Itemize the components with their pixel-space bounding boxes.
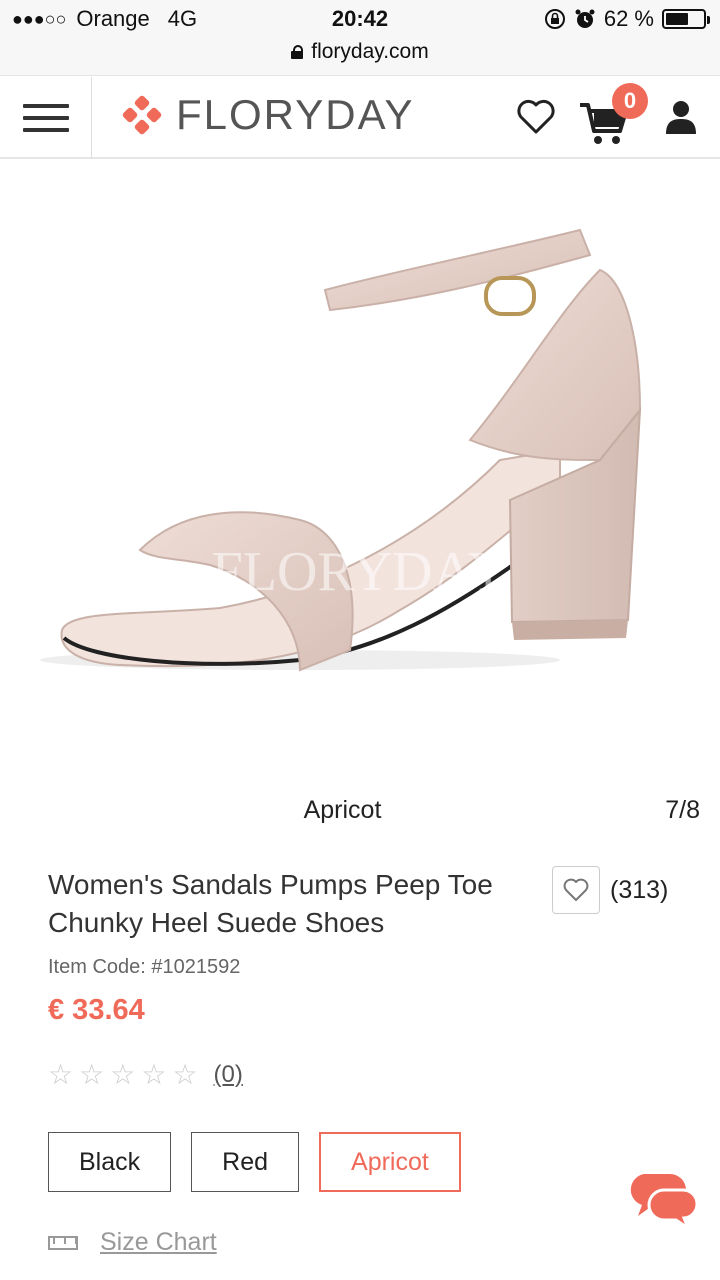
product-image-gallery[interactable]: FLORYDAY <box>0 160 720 770</box>
menu-button[interactable] <box>0 77 92 159</box>
star-empty-icon: ☆ <box>110 1059 136 1090</box>
cart-count-badge: 0 <box>612 83 648 119</box>
site-header: FLORYDAY 0 <box>0 77 720 159</box>
heart-icon <box>563 878 589 901</box>
account-icon[interactable] <box>664 99 698 135</box>
battery-percent: 62 % <box>603 6 654 31</box>
image-counter: 7/8 <box>665 796 700 824</box>
rotation-lock-icon <box>544 9 565 29</box>
product-price: € 33.64 <box>48 994 145 1026</box>
color-option-black[interactable]: Black <box>48 1132 172 1192</box>
size-chart-label: Size Chart <box>100 1228 217 1256</box>
color-options: Black Red Apricot <box>48 1132 461 1192</box>
image-color-caption: Apricot <box>303 796 382 824</box>
brand-logo[interactable]: FLORYDAY <box>122 91 415 139</box>
brand-name: FLORYDAY <box>176 91 415 138</box>
image-watermark: FLORYDAY <box>212 541 509 603</box>
star-empty-icon: ☆ <box>172 1059 198 1090</box>
url-text: floryday.com <box>311 40 429 63</box>
menu-icon-bar <box>22 104 69 108</box>
battery-icon <box>662 9 710 29</box>
ruler-icon <box>48 1235 78 1250</box>
menu-icon-bar <box>22 128 69 132</box>
product-photo: FLORYDAY <box>40 228 642 672</box>
product-title: Women's Sandals Pumps Peep Toe Chunky He… <box>48 869 493 938</box>
address-bar[interactable]: floryday.com <box>0 40 720 64</box>
alarm-icon <box>575 9 595 28</box>
wishlist-heart-icon[interactable] <box>516 99 556 135</box>
star-empty-icon: ☆ <box>141 1059 167 1090</box>
chat-bubble-icon[interactable] <box>624 1168 700 1232</box>
flower-logo-icon <box>122 95 162 135</box>
cart-button[interactable]: 0 <box>578 83 648 145</box>
favorite-box[interactable] <box>552 866 600 914</box>
menu-icon-bar <box>22 116 69 120</box>
favorite-count: (313) <box>610 875 669 904</box>
size-chart-link[interactable]: Size Chart <box>48 1228 217 1257</box>
rating[interactable]: ☆ ☆ ☆ ☆ ☆ (0) <box>48 1058 243 1091</box>
status-bar: ●●●○○ Orange 4G 20:42 62 % floryday.com <box>0 0 720 76</box>
lock-icon <box>291 45 304 59</box>
color-option-apricot[interactable]: Apricot <box>319 1132 461 1192</box>
item-code: Item Code: #1021592 <box>48 956 241 978</box>
color-option-red[interactable]: Red <box>191 1132 300 1192</box>
star-empty-icon: ☆ <box>79 1059 105 1090</box>
favorite-button[interactable]: (313) <box>552 866 668 914</box>
star-empty-icon: ☆ <box>48 1059 74 1090</box>
review-count-link[interactable]: (0) <box>214 1061 243 1089</box>
